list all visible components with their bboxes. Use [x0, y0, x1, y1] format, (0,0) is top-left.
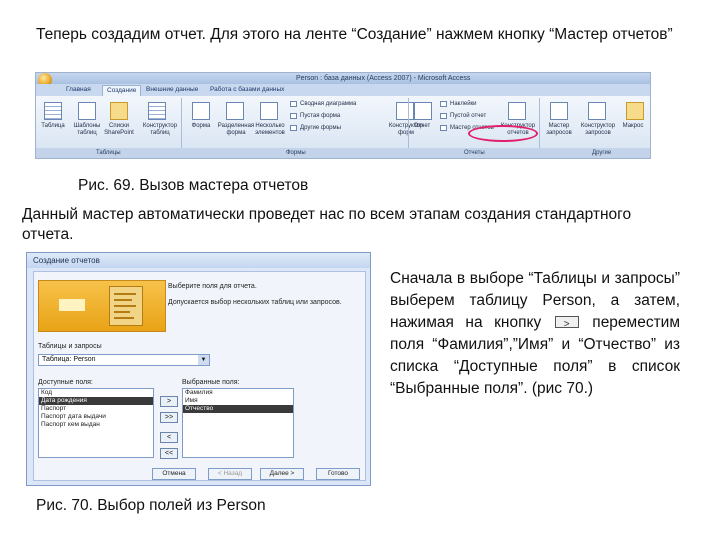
available-fields-list[interactable]: Код Дата рождения Паспорт Паспорт дата выда… — [38, 388, 154, 458]
query-wizard-button[interactable]: Мастер запросов — [542, 123, 576, 137]
move-one-left-button[interactable]: < — [160, 432, 178, 443]
form-designer-icon — [396, 102, 414, 120]
selected-fields-label: Выбранные поля: — [182, 379, 240, 386]
ribbon-group-labels: Таблицы Формы Отчеты Другие — [36, 148, 650, 158]
table-icon — [44, 102, 62, 120]
tab-home[interactable]: Главная — [62, 85, 95, 95]
wizard-illustration — [38, 280, 166, 332]
group-label-tables: Таблицы — [96, 150, 121, 156]
report-wizard-highlight — [468, 125, 538, 142]
figure-70-caption: Рис. 70. Выбор полей из Person — [36, 497, 266, 514]
more-forms-button[interactable]: Другие формы — [290, 124, 341, 132]
figure-69-caption: Рис. 69. Вызов мастера отчетов — [78, 177, 309, 194]
report-icon — [414, 102, 432, 120]
selected-table-value: Таблица: Person — [42, 356, 96, 363]
report-designer-icon — [508, 102, 526, 120]
finish-button[interactable]: Готово — [316, 468, 360, 480]
selected-fields-list[interactable]: Фамилия Имя Отчество — [182, 388, 294, 458]
form-icon — [192, 102, 210, 120]
list-item[interactable]: Имя — [183, 397, 293, 405]
wizard-panel: Выберите поля для отчета. Допускается вы… — [33, 271, 366, 481]
list-item[interactable]: Паспорт дата выдачи — [39, 413, 153, 421]
available-fields-label: Доступные поля: — [38, 379, 93, 386]
list-item[interactable]: Код — [39, 389, 153, 397]
labels-button[interactable]: Наклейки — [440, 100, 477, 108]
templates-icon — [78, 102, 96, 120]
macro-button[interactable]: Макрос — [618, 123, 648, 130]
list-item[interactable]: Дата рождения — [39, 397, 153, 405]
split-form-icon — [226, 102, 244, 120]
list-item[interactable]: Отчество — [183, 405, 293, 413]
wizard-prompt: Выберите поля для отчета. — [168, 283, 257, 290]
tab-create[interactable]: Создание — [102, 85, 142, 96]
sharepoint-lists-icon — [110, 102, 128, 120]
report-page-icon — [109, 286, 143, 326]
cancel-button[interactable]: Отмена — [152, 468, 196, 480]
form-button[interactable]: Форма — [184, 123, 218, 130]
wizard-prompt-note: Допускается выбор нескольких таблиц или … — [168, 299, 342, 306]
move-all-right-button[interactable]: >> — [160, 412, 178, 423]
paragraph-3: Сначала в выборе “Таблицы и запросы” выб… — [390, 268, 680, 400]
sharepoint-lists-button[interactable]: Списки SharePoint — [102, 123, 136, 137]
ribbon-screenshot: Person : база данных (Access 2007) - Mic… — [35, 72, 651, 159]
table-button[interactable]: Таблица — [36, 123, 70, 130]
move-one-right-button[interactable]: > — [160, 396, 178, 407]
table-designer-button[interactable]: Конструктор таблиц — [140, 123, 180, 137]
blank-report-button[interactable]: Пустой отчет — [440, 112, 486, 120]
tab-external-data[interactable]: Внешние данные — [142, 85, 202, 95]
arrow-icon — [59, 299, 85, 311]
query-designer-icon — [588, 102, 606, 120]
blank-form-button[interactable]: Пустая форма — [290, 112, 340, 120]
group-label-other: Другие — [592, 150, 612, 156]
table-designer-icon — [148, 102, 166, 120]
next-button[interactable]: Далее > — [260, 468, 304, 480]
ribbon-body: Таблица Шаблоны таблиц Списки SharePoint… — [36, 96, 650, 148]
query-designer-button[interactable]: Конструктор запросов — [576, 123, 620, 137]
query-wizard-icon — [550, 102, 568, 120]
multiple-items-button[interactable]: Несколько элементов — [250, 123, 290, 137]
pivot-chart-button[interactable]: Сводная диаграмма — [290, 100, 356, 108]
list-item[interactable]: Паспорт — [39, 405, 153, 413]
macro-icon — [626, 102, 644, 120]
wizard-title: Создание отчетов — [27, 253, 370, 268]
move-all-left-button[interactable]: << — [160, 448, 178, 459]
list-item[interactable]: Паспорт кем выдан — [39, 421, 153, 429]
tab-database-tools[interactable]: Работа с базами данных — [206, 85, 288, 95]
paragraph-2: Данный мастер автоматически проведет нас… — [22, 206, 632, 243]
tables-queries-select[interactable]: Таблица: Person ▼ — [38, 354, 210, 366]
tables-queries-label: Таблицы и запросы — [38, 343, 102, 350]
multiple-items-icon — [260, 102, 278, 120]
group-label-forms: Формы — [286, 150, 306, 156]
table-templates-button[interactable]: Шаблоны таблиц — [70, 123, 104, 137]
chevron-down-icon[interactable]: ▼ — [198, 355, 209, 365]
back-button[interactable]: < Назад — [208, 468, 252, 480]
report-button[interactable]: Отчет — [412, 123, 432, 130]
group-label-reports: Отчеты — [464, 150, 485, 156]
window-titlebar: Person : база данных (Access 2007) - Mic… — [36, 73, 650, 84]
list-item[interactable]: Фамилия — [183, 389, 293, 397]
move-button-icon — [554, 314, 579, 336]
window-title: Person : база данных (Access 2007) - Mic… — [296, 75, 471, 82]
report-wizard-screenshot: Создание отчетов Выберите поля для отчет… — [26, 252, 371, 486]
intro-text: Теперь создадим отчет. Для этого на лент… — [36, 26, 673, 43]
ribbon-tabs: Главная Создание Внешние данные Работа с… — [36, 84, 650, 96]
